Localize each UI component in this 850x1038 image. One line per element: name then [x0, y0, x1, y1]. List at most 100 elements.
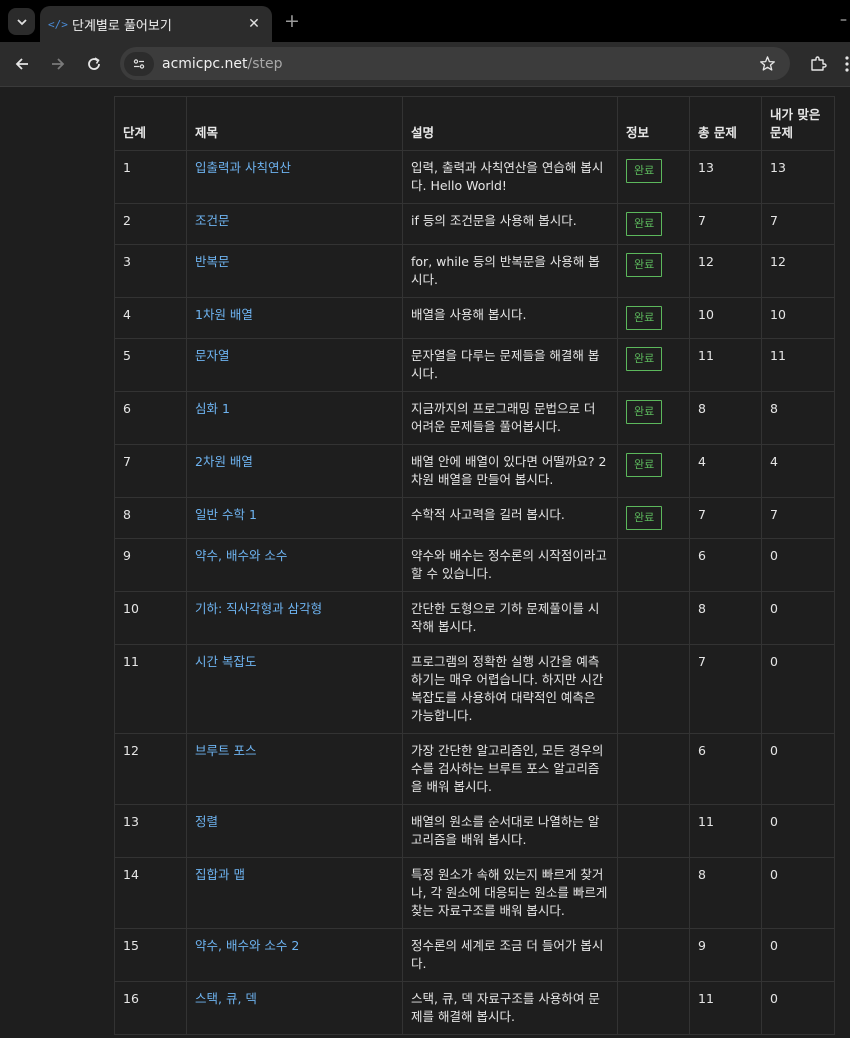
cell-solved-text[interactable]: 0	[770, 601, 778, 616]
cell-solved-text[interactable]: 7	[770, 507, 778, 522]
cell-total: 11	[689, 338, 762, 392]
address-bar[interactable]: acmicpc.net/step	[120, 47, 790, 80]
site-info-button[interactable]	[124, 51, 154, 76]
cell-step: 1	[114, 150, 187, 204]
cell-total-text[interactable]: 13	[698, 160, 714, 175]
cell-title-text[interactable]: 2차원 배열	[195, 454, 253, 469]
cell-total-text[interactable]: 9	[698, 938, 706, 953]
cell-info	[617, 733, 690, 805]
cell-desc-text: 배열의 원소를 순서대로 나열하는 알고리즘을 배워 봅시다.	[411, 814, 600, 847]
cell-total-text[interactable]: 11	[698, 348, 714, 363]
cell-solved-text[interactable]: 13	[770, 160, 786, 175]
cell-solved-text[interactable]: 0	[770, 814, 778, 829]
cell-info: 완료	[617, 297, 690, 339]
extensions-button[interactable]	[804, 50, 832, 78]
cell-title-text[interactable]: 심화 1	[195, 401, 230, 416]
cell-title: 시간 복잡도	[186, 644, 403, 734]
table-row: 13 정렬 배열의 원소를 순서대로 나열하는 알고리즘을 배워 봅시다. 11 0	[114, 804, 835, 858]
cell-title-text[interactable]: 시간 복잡도	[195, 654, 256, 669]
cell-solved-text[interactable]: 0	[770, 991, 778, 1006]
cell-solved-text[interactable]: 12	[770, 254, 786, 269]
cell-solved-text[interactable]: 0	[770, 548, 778, 563]
cell-total-text[interactable]: 11	[698, 814, 714, 829]
table-row: 6 심화 1 지금까지의 프로그래밍 문법으로 더 어려운 문제들을 풀어봅시다. 완…	[114, 391, 835, 445]
cell-solved-text[interactable]: 8	[770, 401, 778, 416]
cell-title-text[interactable]: 문자열	[195, 348, 230, 363]
cell-desc-text: 간단한 도형으로 기하 문제풀이를 시작해 봅시다.	[411, 601, 600, 634]
forward-button[interactable]	[44, 50, 72, 78]
cell-solved-text[interactable]: 11	[770, 348, 786, 363]
cell-title-text[interactable]: 조건문	[195, 213, 230, 228]
favicon-icon: </>	[48, 17, 68, 31]
cell-solved-text[interactable]: 4	[770, 454, 778, 469]
cell-step-text: 10	[123, 601, 139, 616]
back-button[interactable]	[8, 50, 36, 78]
url-text[interactable]: acmicpc.net/step	[162, 56, 752, 72]
cell-step: 11	[114, 644, 187, 734]
cell-total-text[interactable]: 6	[698, 548, 706, 563]
bookmark-button[interactable]	[752, 49, 782, 79]
cell-total-text[interactable]: 8	[698, 867, 706, 882]
cell-solved-text[interactable]: 10	[770, 307, 786, 322]
cell-title-text[interactable]: 반복문	[195, 254, 230, 269]
active-tab[interactable]: </> 단계별로 풀어보기 ✕	[40, 6, 272, 42]
cell-solved-text[interactable]: 0	[770, 654, 778, 669]
cell-title-text[interactable]: 입출력과 사칙연산	[195, 160, 291, 175]
cell-total-text[interactable]: 7	[698, 213, 706, 228]
cell-title-text[interactable]: 브루트 포스	[195, 743, 256, 758]
cell-title-text[interactable]: 일반 수학 1	[195, 507, 257, 522]
cell-solved: 7	[761, 203, 835, 245]
menu-button[interactable]	[841, 52, 850, 76]
steps-table: 단계 제목 설명 정보 총 문제 내가 맞은 문제 1 입출력과 사칙연산 입력, …	[114, 96, 835, 1035]
cell-step-text: 14	[123, 867, 139, 882]
cell-total-text[interactable]: 7	[698, 507, 706, 522]
cell-title-text[interactable]: 집합과 맵	[195, 867, 245, 882]
cell-desc-text: 스택, 큐, 덱 자료구조를 사용하여 문제를 해결해 봅시다.	[411, 991, 600, 1024]
cell-solved-text[interactable]: 7	[770, 213, 778, 228]
cell-step-text: 9	[123, 548, 131, 563]
more-vertical-icon	[845, 56, 849, 72]
new-tab-button[interactable]: +	[281, 10, 303, 32]
cell-desc: 배열을 사용해 봅시다.	[402, 297, 618, 339]
cell-total-text[interactable]: 6	[698, 743, 706, 758]
cell-title-text[interactable]: 약수, 배수와 소수 2	[195, 938, 299, 953]
cell-total: 7	[689, 497, 762, 539]
cell-total-text[interactable]: 7	[698, 654, 706, 669]
cell-step-text: 8	[123, 507, 131, 522]
cell-step-text: 16	[123, 991, 139, 1006]
cell-total-text[interactable]: 11	[698, 991, 714, 1006]
cell-desc-text: 가장 간단한 알고리즘인, 모든 경우의 수를 검사하는 브루트 포스 알고리즘…	[411, 743, 604, 794]
cell-step-text: 1	[123, 160, 131, 175]
cell-total-text[interactable]: 12	[698, 254, 714, 269]
cell-desc-text: 배열을 사용해 봅시다.	[411, 307, 527, 322]
cell-title: 약수, 배수와 소수 2	[186, 928, 403, 982]
cell-solved: 8	[761, 391, 835, 445]
reload-button[interactable]	[80, 50, 108, 78]
browser-tab-strip: </> 단계별로 풀어보기 ✕ + –	[0, 0, 850, 42]
cell-total-text[interactable]: 8	[698, 601, 706, 616]
tab-search-button[interactable]	[8, 8, 35, 35]
cell-title-text[interactable]: 약수, 배수와 소수	[195, 548, 287, 563]
cell-total: 8	[689, 391, 762, 445]
cell-desc-text: 수학적 사고력을 길러 봅시다.	[411, 507, 565, 522]
cell-total-text[interactable]: 10	[698, 307, 714, 322]
cell-solved-text[interactable]: 0	[770, 743, 778, 758]
cell-step: 7	[114, 444, 187, 498]
cell-title-text[interactable]: 스택, 큐, 덱	[195, 991, 257, 1006]
cell-title: 심화 1	[186, 391, 403, 445]
cell-total-text[interactable]: 8	[698, 401, 706, 416]
cell-total-text[interactable]: 4	[698, 454, 706, 469]
status-badge: 완료	[626, 159, 663, 183]
cell-title-text[interactable]: 정렬	[195, 814, 218, 829]
close-tab-button[interactable]: ✕	[244, 14, 264, 34]
minimize-button[interactable]: –	[840, 8, 850, 32]
star-icon	[759, 56, 775, 71]
cell-total: 12	[689, 244, 762, 298]
cell-title: 일반 수학 1	[186, 497, 403, 539]
cell-title-text[interactable]: 1차원 배열	[195, 307, 253, 322]
cell-info	[617, 804, 690, 858]
cell-solved-text[interactable]: 0	[770, 867, 778, 882]
cell-solved-text[interactable]: 0	[770, 938, 778, 953]
table-row: 9 약수, 배수와 소수 약수와 배수는 정수론의 시작점이라고 할 수 있습니다.…	[114, 538, 835, 592]
cell-title-text[interactable]: 기하: 직사각형과 삼각형	[195, 601, 322, 616]
